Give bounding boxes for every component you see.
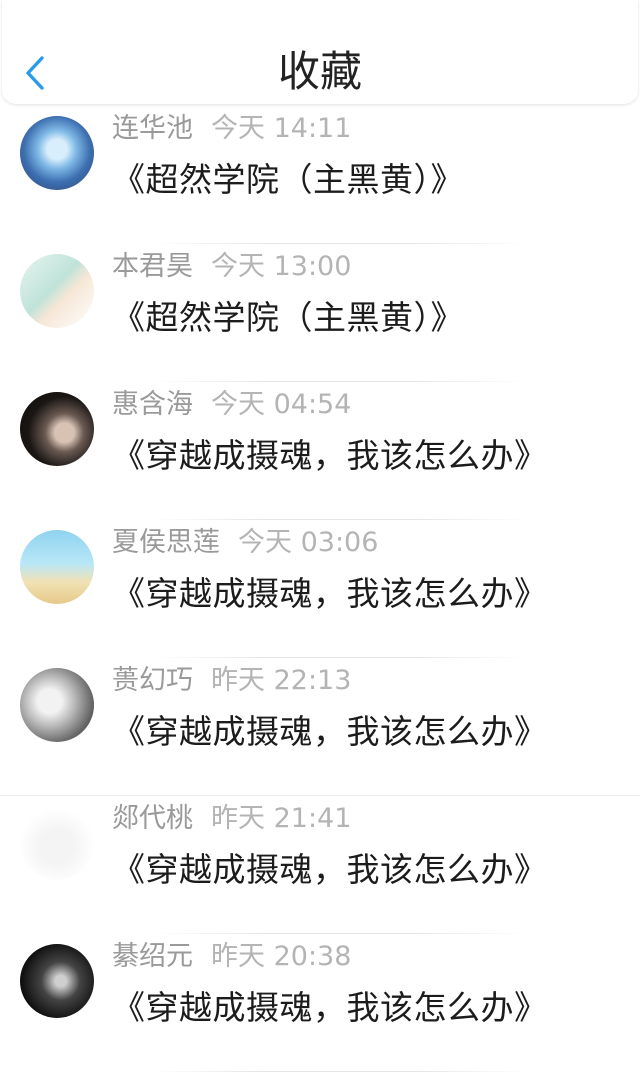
- item-meta: 蒉幻巧 昨天 22:13: [112, 662, 351, 700]
- avatar[interactable]: [20, 806, 94, 880]
- favorites-list: 连华池 今天 14:11 《超然学院（主黑黄）》 本君昊 今天 13:00 《超然学…: [0, 106, 640, 1072]
- list-item[interactable]: 连华池 今天 14:11 《超然学院（主黑黄）》: [0, 106, 640, 244]
- item-meta: 郯代桃 昨天 21:41: [112, 800, 351, 838]
- item-title: 《超然学院（主黑黄）》: [112, 160, 464, 199]
- user-name: 綦绍元: [112, 941, 193, 972]
- list-item[interactable]: 郯代桃 昨天 21:41 《穿越成摄魂，我该怎么办》: [0, 796, 640, 934]
- list-item[interactable]: 本君昊 今天 13:00 《超然学院（主黑黄）》: [0, 244, 640, 382]
- avatar[interactable]: [20, 944, 94, 1018]
- timestamp: 昨天 20:38: [211, 941, 352, 972]
- item-title: 《穿越成摄魂，我该怎么办》: [112, 436, 548, 475]
- item-title: 《穿越成摄魂，我该怎么办》: [112, 712, 548, 751]
- avatar[interactable]: [20, 668, 94, 742]
- user-name: 夏侯思莲: [112, 527, 220, 558]
- page-title: 收藏: [277, 47, 362, 96]
- user-name: 惠含海: [112, 389, 193, 420]
- item-title: 《穿越成摄魂，我该怎么办》: [112, 850, 548, 889]
- item-meta: 本君昊 今天 13:00: [112, 248, 351, 286]
- user-name: 本君昊: [112, 251, 193, 282]
- avatar[interactable]: [20, 254, 94, 328]
- item-meta: 惠含海 今天 04:54: [112, 386, 351, 424]
- list-item[interactable]: 夏侯思莲 今天 03:06 《穿越成摄魂，我该怎么办》: [0, 520, 640, 658]
- item-title: 《超然学院（主黑黄）》: [112, 298, 464, 337]
- item-title: 《穿越成摄魂，我该怎么办》: [112, 988, 548, 1027]
- item-meta: 綦绍元 昨天 20:38: [112, 938, 351, 976]
- timestamp: 今天 13:00: [211, 251, 352, 282]
- timestamp: 今天 03:06: [238, 527, 379, 558]
- avatar[interactable]: [20, 530, 94, 604]
- list-item[interactable]: 惠含海 今天 04:54 《穿越成摄魂，我该怎么办》: [0, 382, 640, 520]
- timestamp: 昨天 21:41: [211, 803, 352, 834]
- user-name: 蒉幻巧: [112, 665, 193, 696]
- list-item[interactable]: 蒉幻巧 昨天 22:13 《穿越成摄魂，我该怎么办》: [0, 658, 640, 796]
- timestamp: 今天 14:11: [211, 113, 352, 144]
- top-bar: 收藏: [2, 0, 638, 104]
- timestamp: 昨天 22:13: [211, 665, 352, 696]
- item-title: 《穿越成摄魂，我该怎么办》: [112, 574, 548, 613]
- item-meta: 连华池 今天 14:11: [112, 110, 351, 148]
- user-name: 连华池: [112, 113, 193, 144]
- avatar[interactable]: [20, 116, 94, 190]
- item-meta: 夏侯思莲 今天 03:06: [112, 524, 378, 562]
- user-name: 郯代桃: [112, 803, 193, 834]
- timestamp: 今天 04:54: [211, 389, 352, 420]
- list-item[interactable]: 綦绍元 昨天 20:38 《穿越成摄魂，我该怎么办》: [0, 934, 640, 1072]
- avatar[interactable]: [20, 392, 94, 466]
